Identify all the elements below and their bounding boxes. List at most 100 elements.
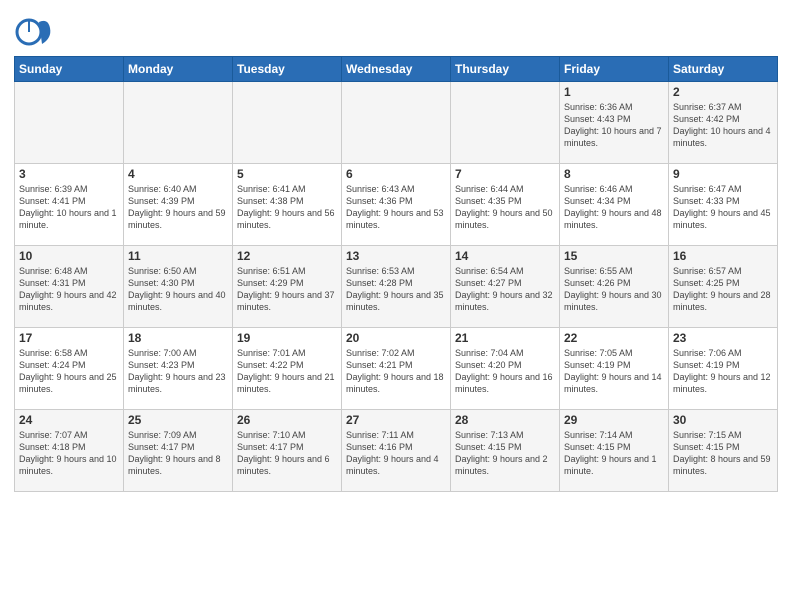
- day-cell: [233, 82, 342, 164]
- day-number: 2: [673, 85, 773, 99]
- header-row: SundayMondayTuesdayWednesdayThursdayFrid…: [15, 57, 778, 82]
- day-cell: 24 Sunrise: 7:07 AM Sunset: 4:18 PM Dayli…: [15, 410, 124, 492]
- day-info: Sunrise: 6:54 AM Sunset: 4:27 PM Dayligh…: [455, 265, 555, 314]
- day-info: Sunrise: 7:06 AM Sunset: 4:19 PM Dayligh…: [673, 347, 773, 396]
- day-info: Sunrise: 7:09 AM Sunset: 4:17 PM Dayligh…: [128, 429, 228, 478]
- day-info: Sunrise: 7:15 AM Sunset: 4:15 PM Dayligh…: [673, 429, 773, 478]
- day-info: Sunrise: 7:05 AM Sunset: 4:19 PM Dayligh…: [564, 347, 664, 396]
- day-number: 14: [455, 249, 555, 263]
- day-info: Sunrise: 7:04 AM Sunset: 4:20 PM Dayligh…: [455, 347, 555, 396]
- col-header-monday: Monday: [124, 57, 233, 82]
- logo-icon: [14, 14, 52, 52]
- week-row-2: 3 Sunrise: 6:39 AM Sunset: 4:41 PM Daylig…: [15, 164, 778, 246]
- day-cell: 4 Sunrise: 6:40 AM Sunset: 4:39 PM Daylig…: [124, 164, 233, 246]
- day-number: 26: [237, 413, 337, 427]
- day-cell: 8 Sunrise: 6:46 AM Sunset: 4:34 PM Daylig…: [560, 164, 669, 246]
- day-cell: 23 Sunrise: 7:06 AM Sunset: 4:19 PM Dayli…: [669, 328, 778, 410]
- day-info: Sunrise: 7:01 AM Sunset: 4:22 PM Dayligh…: [237, 347, 337, 396]
- day-number: 27: [346, 413, 446, 427]
- day-number: 5: [237, 167, 337, 181]
- day-info: Sunrise: 6:41 AM Sunset: 4:38 PM Dayligh…: [237, 183, 337, 232]
- col-header-tuesday: Tuesday: [233, 57, 342, 82]
- day-cell: 9Sunrise: 6:47 AM Sunset: 4:33 PM Daylig…: [669, 164, 778, 246]
- day-cell: 18 Sunrise: 7:00 AM Sunset: 4:23 PM Dayli…: [124, 328, 233, 410]
- day-info: Sunrise: 7:00 AM Sunset: 4:23 PM Dayligh…: [128, 347, 228, 396]
- week-row-5: 24 Sunrise: 7:07 AM Sunset: 4:18 PM Dayli…: [15, 410, 778, 492]
- day-number: 18: [128, 331, 228, 345]
- col-header-thursday: Thursday: [451, 57, 560, 82]
- day-cell: 14 Sunrise: 6:54 AM Sunset: 4:27 PM Dayli…: [451, 246, 560, 328]
- day-number: 17: [19, 331, 119, 345]
- day-info: Sunrise: 6:51 AM Sunset: 4:29 PM Dayligh…: [237, 265, 337, 314]
- day-info: Sunrise: 6:48 AM Sunset: 4:31 PM Dayligh…: [19, 265, 119, 314]
- day-number: 30: [673, 413, 773, 427]
- day-cell: 6 Sunrise: 6:43 AM Sunset: 4:36 PM Daylig…: [342, 164, 451, 246]
- header: [14, 10, 778, 52]
- day-number: 4: [128, 167, 228, 181]
- day-info: Sunrise: 6:36 AM Sunset: 4:43 PM Dayligh…: [564, 101, 664, 150]
- day-info: Sunrise: 7:13 AM Sunset: 4:15 PM Dayligh…: [455, 429, 555, 478]
- week-row-1: 1 Sunrise: 6:36 AM Sunset: 4:43 PM Daylig…: [15, 82, 778, 164]
- day-info: Sunrise: 6:53 AM Sunset: 4:28 PM Dayligh…: [346, 265, 446, 314]
- day-number: 29: [564, 413, 664, 427]
- day-number: 21: [455, 331, 555, 345]
- main-container: SundayMondayTuesdayWednesdayThursdayFrid…: [0, 0, 792, 498]
- day-info: Sunrise: 6:40 AM Sunset: 4:39 PM Dayligh…: [128, 183, 228, 232]
- day-number: 16: [673, 249, 773, 263]
- day-cell: 12 Sunrise: 6:51 AM Sunset: 4:29 PM Dayli…: [233, 246, 342, 328]
- col-header-wednesday: Wednesday: [342, 57, 451, 82]
- day-info: Sunrise: 7:07 AM Sunset: 4:18 PM Dayligh…: [19, 429, 119, 478]
- day-cell: 28 Sunrise: 7:13 AM Sunset: 4:15 PM Dayli…: [451, 410, 560, 492]
- day-number: 20: [346, 331, 446, 345]
- day-info: Sunrise: 6:39 AM Sunset: 4:41 PM Dayligh…: [19, 183, 119, 232]
- day-cell: 10 Sunrise: 6:48 AM Sunset: 4:31 PM Dayli…: [15, 246, 124, 328]
- day-cell: [342, 82, 451, 164]
- day-number: 1: [564, 85, 664, 99]
- day-cell: 22 Sunrise: 7:05 AM Sunset: 4:19 PM Dayli…: [560, 328, 669, 410]
- day-cell: 27 Sunrise: 7:11 AM Sunset: 4:16 PM Dayli…: [342, 410, 451, 492]
- day-cell: 25Sunrise: 7:09 AM Sunset: 4:17 PM Dayli…: [124, 410, 233, 492]
- day-info: Sunrise: 6:50 AM Sunset: 4:30 PM Dayligh…: [128, 265, 228, 314]
- day-cell: 1 Sunrise: 6:36 AM Sunset: 4:43 PM Daylig…: [560, 82, 669, 164]
- week-row-4: 17 Sunrise: 6:58 AM Sunset: 4:24 PM Dayli…: [15, 328, 778, 410]
- day-cell: 30 Sunrise: 7:15 AM Sunset: 4:15 PM Dayli…: [669, 410, 778, 492]
- day-cell: [451, 82, 560, 164]
- col-header-sunday: Sunday: [15, 57, 124, 82]
- day-info: Sunrise: 6:44 AM Sunset: 4:35 PM Dayligh…: [455, 183, 555, 232]
- day-info: Sunrise: 7:14 AM Sunset: 4:15 PM Dayligh…: [564, 429, 664, 478]
- col-header-saturday: Saturday: [669, 57, 778, 82]
- day-number: 6: [346, 167, 446, 181]
- day-cell: 11Sunrise: 6:50 AM Sunset: 4:30 PM Dayli…: [124, 246, 233, 328]
- day-number: 15: [564, 249, 664, 263]
- day-cell: 20 Sunrise: 7:02 AM Sunset: 4:21 PM Dayli…: [342, 328, 451, 410]
- day-info: Sunrise: 6:58 AM Sunset: 4:24 PM Dayligh…: [19, 347, 119, 396]
- day-number: 23: [673, 331, 773, 345]
- day-number: 3: [19, 167, 119, 181]
- calendar-table: SundayMondayTuesdayWednesdayThursdayFrid…: [14, 56, 778, 492]
- day-cell: 7Sunrise: 6:44 AM Sunset: 4:35 PM Daylig…: [451, 164, 560, 246]
- day-cell: 2Sunrise: 6:37 AM Sunset: 4:42 PM Daylig…: [669, 82, 778, 164]
- day-info: Sunrise: 6:43 AM Sunset: 4:36 PM Dayligh…: [346, 183, 446, 232]
- day-cell: 26Sunrise: 7:10 AM Sunset: 4:17 PM Dayli…: [233, 410, 342, 492]
- day-info: Sunrise: 7:02 AM Sunset: 4:21 PM Dayligh…: [346, 347, 446, 396]
- day-cell: 17 Sunrise: 6:58 AM Sunset: 4:24 PM Dayli…: [15, 328, 124, 410]
- day-info: Sunrise: 6:57 AM Sunset: 4:25 PM Dayligh…: [673, 265, 773, 314]
- day-cell: 5 Sunrise: 6:41 AM Sunset: 4:38 PM Daylig…: [233, 164, 342, 246]
- day-cell: 3 Sunrise: 6:39 AM Sunset: 4:41 PM Daylig…: [15, 164, 124, 246]
- day-info: Sunrise: 6:47 AM Sunset: 4:33 PM Dayligh…: [673, 183, 773, 232]
- week-row-3: 10 Sunrise: 6:48 AM Sunset: 4:31 PM Dayli…: [15, 246, 778, 328]
- day-info: Sunrise: 6:46 AM Sunset: 4:34 PM Dayligh…: [564, 183, 664, 232]
- day-cell: 16 Sunrise: 6:57 AM Sunset: 4:25 PM Dayli…: [669, 246, 778, 328]
- day-cell: 19Sunrise: 7:01 AM Sunset: 4:22 PM Dayli…: [233, 328, 342, 410]
- day-number: 12: [237, 249, 337, 263]
- day-cell: 15Sunrise: 6:55 AM Sunset: 4:26 PM Dayli…: [560, 246, 669, 328]
- day-number: 10: [19, 249, 119, 263]
- day-cell: 29 Sunrise: 7:14 AM Sunset: 4:15 PM Dayli…: [560, 410, 669, 492]
- day-number: 28: [455, 413, 555, 427]
- day-info: Sunrise: 7:11 AM Sunset: 4:16 PM Dayligh…: [346, 429, 446, 478]
- logo: [14, 14, 56, 52]
- day-number: 8: [564, 167, 664, 181]
- col-header-friday: Friday: [560, 57, 669, 82]
- day-number: 22: [564, 331, 664, 345]
- day-number: 24: [19, 413, 119, 427]
